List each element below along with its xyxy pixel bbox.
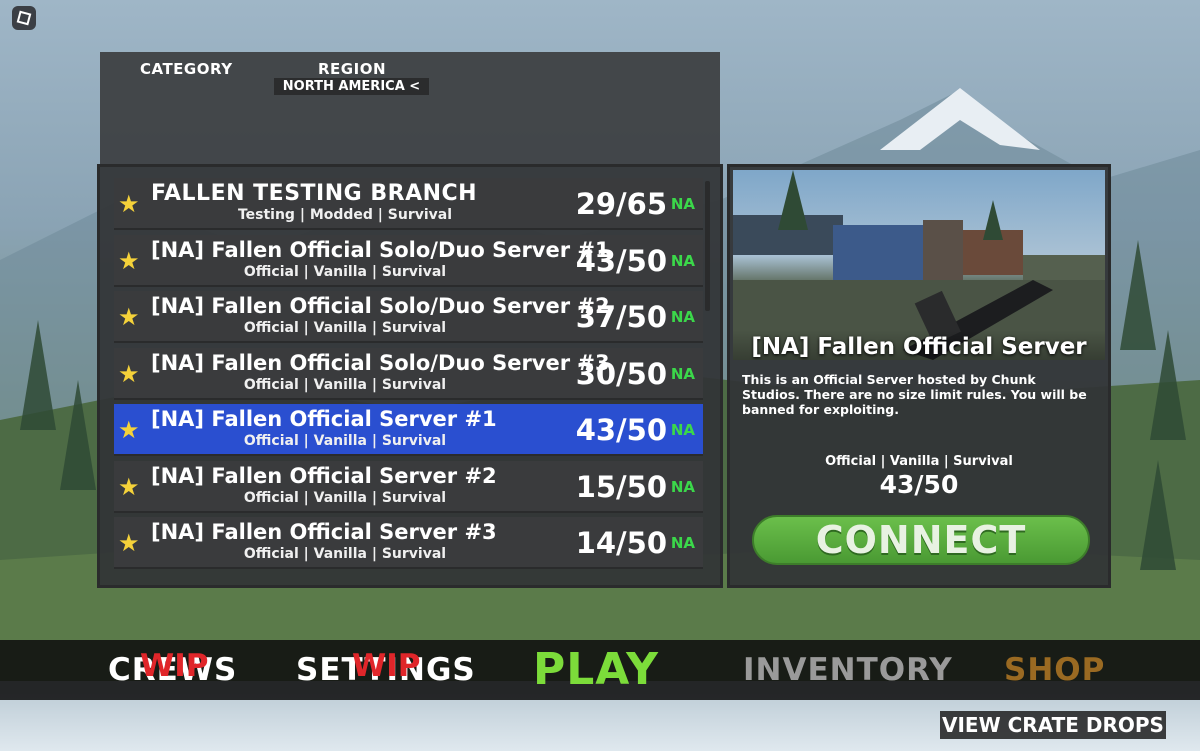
server-name: [NA] Fallen Official Solo/Duo Server #3: [151, 350, 610, 375]
server-region-tag: NA: [670, 534, 695, 552]
server-tags: Official | Vanilla | Survival: [243, 263, 447, 280]
nav-play[interactable]: PLAY: [533, 640, 659, 700]
server-row[interactable]: ★ [NA] Fallen Official Server #2 Official …: [114, 460, 703, 513]
server-list-scrollbar[interactable]: [705, 181, 710, 311]
tree: [20, 320, 56, 430]
server-row[interactable]: ★ [NA] Fallen Official Server #1 Official …: [114, 404, 703, 456]
detail-player-count: 43/50: [879, 470, 959, 499]
server-region-tag: NA: [670, 364, 695, 383]
nav-shop[interactable]: SHOP: [1004, 640, 1105, 700]
nav-settings[interactable]: SETTINGS: [296, 640, 476, 700]
server-name: [NA] Fallen Official Server #1: [151, 407, 497, 431]
server-name: [NA] Fallen Official Solo/Duo Server #1: [151, 237, 610, 262]
favorite-star-icon[interactable]: ★: [118, 475, 140, 499]
tree: [1140, 460, 1176, 570]
detail-server-tags: Official | Vanilla | Survival: [825, 454, 1013, 469]
view-crate-drops-button[interactable]: VIEW CRATE DROPS: [940, 711, 1166, 739]
server-tags: Official | Vanilla | Survival: [243, 320, 447, 336]
server-tags: Official | Vanilla | Survival: [243, 546, 447, 562]
server-player-count: 43/50: [575, 243, 667, 278]
nav-crews[interactable]: CREWS: [108, 640, 237, 700]
server-player-count: 37/50: [575, 300, 667, 334]
server-player-count: 14/50: [575, 526, 667, 560]
connect-button[interactable]: CONNECT: [752, 515, 1090, 565]
region-select[interactable]: NORTH AMERICA <: [274, 78, 429, 95]
tree: [1150, 330, 1186, 440]
favorite-star-icon[interactable]: ★: [118, 362, 140, 386]
server-name: [NA] Fallen Official Solo/Duo Server #2: [151, 294, 610, 318]
server-region-tag: NA: [670, 195, 695, 213]
region-label: REGION: [318, 60, 386, 78]
filter-panel: CATEGORY REGION NORTH AMERICA <: [100, 52, 720, 164]
server-tags: Official | Vanilla | Survival: [243, 489, 447, 506]
category-label[interactable]: CATEGORY: [140, 60, 233, 78]
server-player-count: 29/65: [575, 187, 667, 221]
nav-inventory[interactable]: INVENTORY: [743, 640, 953, 700]
favorite-star-icon[interactable]: ★: [118, 418, 140, 442]
server-player-count: 15/50: [575, 469, 667, 504]
main-nav-bar: CREWS WIP SETTINGS WIP PLAY INVENTORY SH…: [0, 640, 1200, 700]
server-list[interactable]: ★ FALLEN TESTING BRANCH Testing | Modded |…: [97, 164, 723, 588]
favorite-star-icon[interactable]: ★: [118, 305, 140, 329]
server-tags: Official | Vanilla | Survival: [243, 376, 447, 393]
server-name: [NA] Fallen Official Server #2: [151, 463, 497, 488]
server-tags: Testing | Modded | Survival: [237, 207, 453, 223]
server-preview-image: [NA] Fallen Official Server #1: [733, 170, 1105, 360]
server-region-tag: NA: [670, 421, 695, 439]
favorite-star-icon[interactable]: ★: [118, 192, 140, 216]
server-row[interactable]: ★ [NA] Fallen Official Server #3 Official …: [114, 517, 703, 569]
detail-server-title: [NA] Fallen Official Server #1: [733, 330, 1105, 360]
server-row[interactable]: ★ FALLEN TESTING BRANCH Testing | Modded |…: [114, 178, 703, 230]
server-detail-panel: [NA] Fallen Official Server #1 This is a…: [727, 164, 1111, 588]
server-row[interactable]: ★ [NA] Fallen Official Solo/Duo Server #1…: [114, 234, 703, 287]
server-player-count: 30/50: [575, 356, 667, 391]
server-region-tag: NA: [670, 477, 695, 496]
roblox-menu-icon[interactable]: [12, 6, 36, 30]
tree: [60, 380, 96, 490]
server-row[interactable]: ★ [NA] Fallen Official Solo/Duo Server #2…: [114, 291, 703, 343]
server-tags: Official | Vanilla | Survival: [243, 433, 447, 449]
favorite-star-icon[interactable]: ★: [118, 531, 140, 555]
server-description: This is an Official Server hosted by Chu…: [742, 372, 1087, 417]
server-name: [NA] Fallen Official Server #3: [151, 520, 497, 544]
server-row[interactable]: ★ [NA] Fallen Official Solo/Duo Server #3…: [114, 347, 703, 400]
server-player-count: 43/50: [575, 413, 667, 447]
server-name: FALLEN TESTING BRANCH: [151, 181, 478, 206]
server-region-tag: NA: [670, 308, 695, 326]
server-region-tag: NA: [670, 251, 695, 270]
favorite-star-icon[interactable]: ★: [118, 249, 140, 273]
